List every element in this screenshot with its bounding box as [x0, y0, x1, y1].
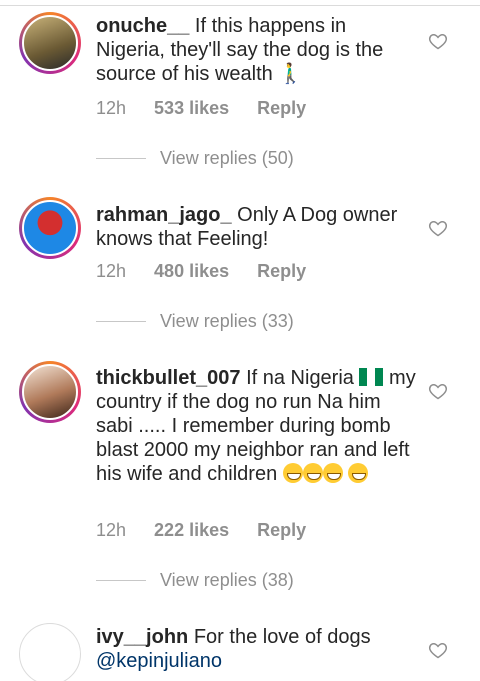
- nigeria-flag-icon: [359, 368, 384, 386]
- comment-meta: 12h 480 likes Reply: [96, 261, 306, 282]
- grinning-emoji-icon: [322, 463, 343, 483]
- comment-meta: 12h 222 likes Reply: [96, 520, 306, 541]
- avatar[interactable]: [19, 623, 81, 681]
- comment-likes[interactable]: 533 likes: [154, 98, 229, 119]
- grinning-emoji-icon: [302, 463, 323, 483]
- reply-button[interactable]: Reply: [257, 98, 306, 119]
- comment-time: 12h: [96, 98, 127, 118]
- view-replies-label: View replies (38): [160, 570, 294, 590]
- replies-divider: [96, 580, 146, 581]
- comment-body: For the love of dogs: [193, 626, 371, 648]
- heart-outline-icon[interactable]: [428, 218, 448, 238]
- avatar[interactable]: [19, 12, 81, 74]
- comment-text: rahman_jago_ Only A Dog owner knows that…: [96, 203, 416, 251]
- avatar[interactable]: [19, 361, 81, 423]
- comment-username[interactable]: ivy__john: [96, 626, 188, 648]
- comment-time: 12h: [96, 261, 127, 281]
- comment-username[interactable]: thickbullet_007: [96, 367, 241, 389]
- comment-text: onuche__ If this happens in Nigeria, the…: [96, 14, 416, 86]
- comment-likes[interactable]: 222 likes: [154, 520, 229, 541]
- view-replies-label: View replies (50): [160, 148, 294, 168]
- replies-divider: [96, 158, 146, 159]
- avatar[interactable]: [19, 197, 81, 259]
- comment-username[interactable]: rahman_jago_: [96, 204, 232, 226]
- replies-divider: [96, 321, 146, 322]
- top-divider: [0, 0, 480, 6]
- view-replies-button[interactable]: View replies (50): [96, 148, 294, 169]
- view-replies-button[interactable]: View replies (33): [96, 311, 294, 332]
- heart-outline-icon[interactable]: [428, 640, 448, 660]
- comment-text: ivy__john For the love of dogs @kepinjul…: [96, 625, 416, 673]
- grinning-emoji-icon: [348, 463, 369, 483]
- heart-outline-icon[interactable]: [428, 31, 448, 51]
- reply-button[interactable]: Reply: [257, 261, 306, 282]
- reply-button[interactable]: Reply: [257, 520, 306, 541]
- heart-outline-icon[interactable]: [428, 381, 448, 401]
- comment-username[interactable]: onuche__: [96, 15, 189, 37]
- comment-likes[interactable]: 480 likes: [154, 261, 229, 282]
- comment-time: 12h: [96, 520, 127, 540]
- comment-text: thickbullet_007 If na Nigeria my country…: [96, 366, 416, 486]
- grinning-emoji-icon: [282, 463, 303, 483]
- view-replies-button[interactable]: View replies (38): [96, 570, 294, 591]
- comment-body-start: If na Nigeria: [246, 367, 354, 389]
- view-replies-label: View replies (33): [160, 311, 294, 331]
- mention-link[interactable]: @kepinjuliano: [96, 650, 222, 672]
- comment-meta: 12h 533 likes Reply: [96, 98, 306, 119]
